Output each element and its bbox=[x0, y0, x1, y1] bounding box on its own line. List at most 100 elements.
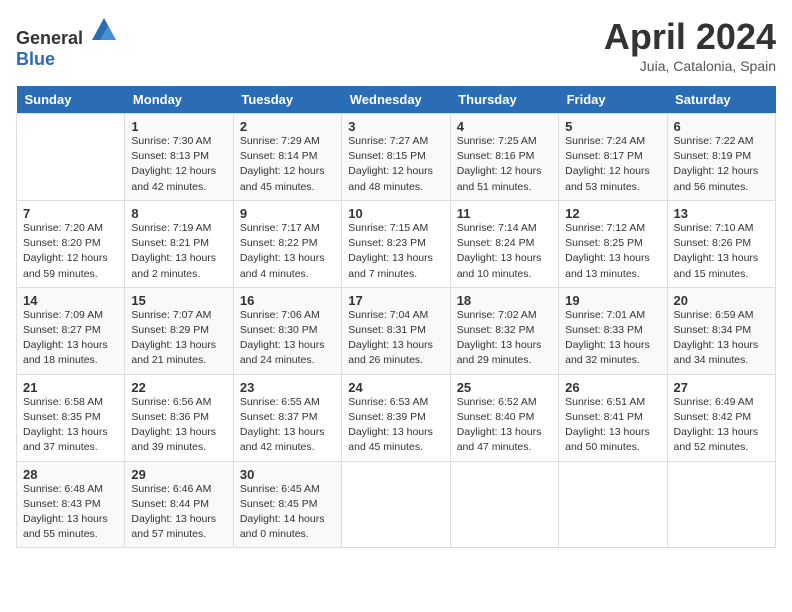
day-info: Sunrise: 7:07 AM Sunset: 8:29 PM Dayligh… bbox=[131, 309, 216, 367]
day-info: Sunrise: 7:27 AM Sunset: 8:15 PM Dayligh… bbox=[348, 135, 433, 193]
calendar-table: SundayMondayTuesdayWednesdayThursdayFrid… bbox=[16, 86, 776, 548]
day-number: 20 bbox=[674, 293, 688, 308]
day-number: 5 bbox=[565, 119, 572, 134]
day-number: 16 bbox=[240, 293, 254, 308]
day-number: 21 bbox=[23, 380, 37, 395]
day-info: Sunrise: 7:25 AM Sunset: 8:16 PM Dayligh… bbox=[457, 135, 542, 193]
day-number: 10 bbox=[348, 206, 362, 221]
day-number: 8 bbox=[131, 206, 138, 221]
day-number: 4 bbox=[457, 119, 464, 134]
day-cell bbox=[17, 114, 125, 201]
week-row-4: 21Sunrise: 6:58 AM Sunset: 8:35 PM Dayli… bbox=[17, 374, 776, 461]
day-info: Sunrise: 7:24 AM Sunset: 8:17 PM Dayligh… bbox=[565, 135, 650, 193]
day-number: 12 bbox=[565, 206, 579, 221]
day-cell: 6Sunrise: 7:22 AM Sunset: 8:19 PM Daylig… bbox=[667, 114, 775, 201]
day-cell: 23Sunrise: 6:55 AM Sunset: 8:37 PM Dayli… bbox=[233, 374, 341, 461]
day-info: Sunrise: 6:45 AM Sunset: 8:45 PM Dayligh… bbox=[240, 483, 325, 541]
day-info: Sunrise: 7:04 AM Sunset: 8:31 PM Dayligh… bbox=[348, 309, 433, 367]
day-number: 24 bbox=[348, 380, 362, 395]
day-cell bbox=[559, 461, 667, 548]
day-number: 19 bbox=[565, 293, 579, 308]
day-cell: 1Sunrise: 7:30 AM Sunset: 8:13 PM Daylig… bbox=[125, 114, 233, 201]
day-info: Sunrise: 6:51 AM Sunset: 8:41 PM Dayligh… bbox=[565, 396, 650, 454]
day-cell: 20Sunrise: 6:59 AM Sunset: 8:34 PM Dayli… bbox=[667, 287, 775, 374]
day-header-tuesday: Tuesday bbox=[233, 86, 341, 114]
day-cell: 18Sunrise: 7:02 AM Sunset: 8:32 PM Dayli… bbox=[450, 287, 558, 374]
day-cell: 9Sunrise: 7:17 AM Sunset: 8:22 PM Daylig… bbox=[233, 200, 341, 287]
day-cell: 25Sunrise: 6:52 AM Sunset: 8:40 PM Dayli… bbox=[450, 374, 558, 461]
day-cell: 8Sunrise: 7:19 AM Sunset: 8:21 PM Daylig… bbox=[125, 200, 233, 287]
day-number: 27 bbox=[674, 380, 688, 395]
title-block: April 2024 Juia, Catalonia, Spain bbox=[604, 16, 776, 74]
day-info: Sunrise: 7:12 AM Sunset: 8:25 PM Dayligh… bbox=[565, 222, 650, 280]
page-header: General Blue April 2024 Juia, Catalonia,… bbox=[16, 16, 776, 74]
day-cell: 27Sunrise: 6:49 AM Sunset: 8:42 PM Dayli… bbox=[667, 374, 775, 461]
day-header-friday: Friday bbox=[559, 86, 667, 114]
day-number: 22 bbox=[131, 380, 145, 395]
day-info: Sunrise: 6:55 AM Sunset: 8:37 PM Dayligh… bbox=[240, 396, 325, 454]
logo-general: General bbox=[16, 28, 83, 48]
day-info: Sunrise: 7:22 AM Sunset: 8:19 PM Dayligh… bbox=[674, 135, 759, 193]
day-cell: 15Sunrise: 7:07 AM Sunset: 8:29 PM Dayli… bbox=[125, 287, 233, 374]
day-number: 13 bbox=[674, 206, 688, 221]
day-info: Sunrise: 6:53 AM Sunset: 8:39 PM Dayligh… bbox=[348, 396, 433, 454]
day-cell: 24Sunrise: 6:53 AM Sunset: 8:39 PM Dayli… bbox=[342, 374, 450, 461]
day-number: 23 bbox=[240, 380, 254, 395]
day-cell: 14Sunrise: 7:09 AM Sunset: 8:27 PM Dayli… bbox=[17, 287, 125, 374]
day-info: Sunrise: 7:15 AM Sunset: 8:23 PM Dayligh… bbox=[348, 222, 433, 280]
day-cell: 11Sunrise: 7:14 AM Sunset: 8:24 PM Dayli… bbox=[450, 200, 558, 287]
week-row-1: 1Sunrise: 7:30 AM Sunset: 8:13 PM Daylig… bbox=[17, 114, 776, 201]
day-header-thursday: Thursday bbox=[450, 86, 558, 114]
day-info: Sunrise: 7:19 AM Sunset: 8:21 PM Dayligh… bbox=[131, 222, 216, 280]
day-info: Sunrise: 6:58 AM Sunset: 8:35 PM Dayligh… bbox=[23, 396, 108, 454]
day-number: 15 bbox=[131, 293, 145, 308]
day-header-saturday: Saturday bbox=[667, 86, 775, 114]
day-cell: 7Sunrise: 7:20 AM Sunset: 8:20 PM Daylig… bbox=[17, 200, 125, 287]
day-cell: 29Sunrise: 6:46 AM Sunset: 8:44 PM Dayli… bbox=[125, 461, 233, 548]
day-cell bbox=[667, 461, 775, 548]
day-cell: 30Sunrise: 6:45 AM Sunset: 8:45 PM Dayli… bbox=[233, 461, 341, 548]
day-info: Sunrise: 6:52 AM Sunset: 8:40 PM Dayligh… bbox=[457, 396, 542, 454]
logo: General Blue bbox=[16, 16, 118, 70]
day-cell: 26Sunrise: 6:51 AM Sunset: 8:41 PM Dayli… bbox=[559, 374, 667, 461]
day-cell: 17Sunrise: 7:04 AM Sunset: 8:31 PM Dayli… bbox=[342, 287, 450, 374]
day-cell: 21Sunrise: 6:58 AM Sunset: 8:35 PM Dayli… bbox=[17, 374, 125, 461]
logo-text: General Blue bbox=[16, 16, 118, 70]
day-info: Sunrise: 7:20 AM Sunset: 8:20 PM Dayligh… bbox=[23, 222, 108, 280]
day-number: 17 bbox=[348, 293, 362, 308]
day-number: 26 bbox=[565, 380, 579, 395]
day-number: 14 bbox=[23, 293, 37, 308]
day-info: Sunrise: 7:17 AM Sunset: 8:22 PM Dayligh… bbox=[240, 222, 325, 280]
day-number: 7 bbox=[23, 206, 30, 221]
logo-icon bbox=[90, 16, 118, 44]
day-info: Sunrise: 7:10 AM Sunset: 8:26 PM Dayligh… bbox=[674, 222, 759, 280]
day-cell: 3Sunrise: 7:27 AM Sunset: 8:15 PM Daylig… bbox=[342, 114, 450, 201]
day-number: 2 bbox=[240, 119, 247, 134]
day-cell: 12Sunrise: 7:12 AM Sunset: 8:25 PM Dayli… bbox=[559, 200, 667, 287]
location: Juia, Catalonia, Spain bbox=[604, 58, 776, 74]
day-number: 1 bbox=[131, 119, 138, 134]
day-info: Sunrise: 7:30 AM Sunset: 8:13 PM Dayligh… bbox=[131, 135, 216, 193]
day-cell: 16Sunrise: 7:06 AM Sunset: 8:30 PM Dayli… bbox=[233, 287, 341, 374]
week-row-5: 28Sunrise: 6:48 AM Sunset: 8:43 PM Dayli… bbox=[17, 461, 776, 548]
day-number: 18 bbox=[457, 293, 471, 308]
day-info: Sunrise: 7:29 AM Sunset: 8:14 PM Dayligh… bbox=[240, 135, 325, 193]
day-number: 3 bbox=[348, 119, 355, 134]
day-cell: 13Sunrise: 7:10 AM Sunset: 8:26 PM Dayli… bbox=[667, 200, 775, 287]
day-info: Sunrise: 7:09 AM Sunset: 8:27 PM Dayligh… bbox=[23, 309, 108, 367]
days-header-row: SundayMondayTuesdayWednesdayThursdayFrid… bbox=[17, 86, 776, 114]
day-cell: 4Sunrise: 7:25 AM Sunset: 8:16 PM Daylig… bbox=[450, 114, 558, 201]
month-title: April 2024 bbox=[604, 16, 776, 58]
week-row-3: 14Sunrise: 7:09 AM Sunset: 8:27 PM Dayli… bbox=[17, 287, 776, 374]
day-cell bbox=[342, 461, 450, 548]
logo-blue: Blue bbox=[16, 49, 55, 69]
day-cell: 28Sunrise: 6:48 AM Sunset: 8:43 PM Dayli… bbox=[17, 461, 125, 548]
day-number: 9 bbox=[240, 206, 247, 221]
week-row-2: 7Sunrise: 7:20 AM Sunset: 8:20 PM Daylig… bbox=[17, 200, 776, 287]
day-cell: 19Sunrise: 7:01 AM Sunset: 8:33 PM Dayli… bbox=[559, 287, 667, 374]
day-header-wednesday: Wednesday bbox=[342, 86, 450, 114]
day-info: Sunrise: 7:14 AM Sunset: 8:24 PM Dayligh… bbox=[457, 222, 542, 280]
day-cell: 22Sunrise: 6:56 AM Sunset: 8:36 PM Dayli… bbox=[125, 374, 233, 461]
day-cell: 5Sunrise: 7:24 AM Sunset: 8:17 PM Daylig… bbox=[559, 114, 667, 201]
day-cell: 10Sunrise: 7:15 AM Sunset: 8:23 PM Dayli… bbox=[342, 200, 450, 287]
